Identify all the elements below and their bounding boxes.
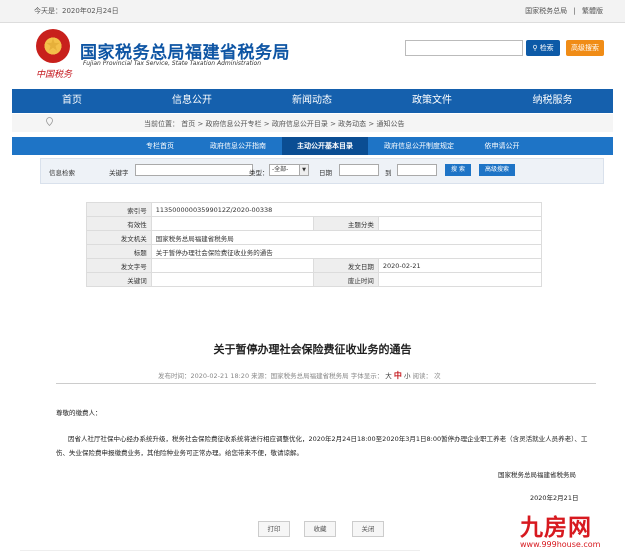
expiry-value (377, 272, 543, 287)
watermark-brand: 九房网 (520, 515, 592, 541)
breadcrumb[interactable]: 当前位置： 首页 > 政府信息公开专栏 > 政府信息公开目录 > 政务动态 > … (144, 119, 405, 129)
info-search-bar: 信息检索 关键字 类型： -全部- ▼ 日期 到 搜 索 高级搜索 (40, 158, 604, 184)
document-info: 发布时间：2020-02-21 18:20 来源：国家税务总局福建省税务局 字体… (158, 370, 441, 381)
subject-label: 标题 (86, 244, 152, 259)
advanced-search-button[interactable]: 高级搜索 (566, 40, 604, 56)
chevron-down-icon: ▼ (299, 165, 308, 175)
favorite-button[interactable]: 收藏 (304, 521, 336, 537)
nav-tax-service[interactable]: 纳税服务 (492, 89, 613, 113)
filter-advanced-button[interactable]: 高级搜索 (479, 164, 515, 176)
salutation: 尊敬的缴费人： (56, 409, 102, 417)
link-separator: | (573, 7, 576, 15)
metadata-row: 关键词 废止时间 (86, 272, 543, 287)
issue-date: 2020年2月21日 (530, 494, 579, 502)
nav-info-disclosure[interactable]: 信息公开 (132, 89, 252, 113)
pubdate-value: 2020-02-21 (377, 258, 543, 273)
tax-signature-logo: 中国税务 (36, 70, 73, 80)
keyword-input[interactable] (135, 164, 253, 176)
info-search-title: 信息检索 (49, 169, 75, 177)
top-links: 国家税务总局 | 繁體版 (521, 6, 603, 16)
today-date: 今天是：2020年02月24日 (34, 7, 119, 15)
font-size-small[interactable]: 小 (404, 372, 411, 380)
tab-basic-catalog[interactable]: 主动公开基本目录 (282, 137, 368, 155)
type-select[interactable]: -全部- ▼ (269, 164, 309, 176)
keywords-value (150, 272, 314, 287)
site-subtitle: Fujian Provincial Tax Service, State Tax… (83, 60, 262, 67)
nav-policy[interactable]: 政策文件 (372, 89, 492, 113)
tab-column-home[interactable]: 专栏首页 (130, 137, 190, 155)
footer-divider (20, 550, 420, 551)
metadata-row: 发文机关 国家税务总局福建省税务局 (86, 230, 543, 245)
validity-label: 有效性 (86, 216, 152, 231)
tab-apply-disclosure[interactable]: 依申请公开 (470, 137, 534, 155)
issuer-value: 国家税务总局福建省税务局 (150, 230, 543, 245)
date-from-input[interactable] (339, 164, 379, 176)
watermark-url: www.999house.com (520, 540, 601, 549)
nav-home[interactable]: 首页 (12, 89, 132, 113)
main-nav: 首页 信息公开 新闻动态 政策文件 纳税服务 (12, 89, 613, 113)
document-title: 关于暂停办理社会保险费征收业务的通告 (213, 343, 412, 356)
site-header: 中国税务 国家税务总局福建省税务局 Fujian Provincial Tax … (0, 23, 625, 85)
site-search-input[interactable] (405, 40, 523, 56)
docno-value (150, 258, 314, 273)
watermark-logo: 九房网 www.999house.com (520, 508, 620, 552)
read-count: 次 (434, 372, 441, 380)
expiry-label: 废止时间 (312, 272, 379, 287)
issuer-label: 发文机关 (86, 230, 152, 245)
link-traditional[interactable]: 繁體版 (582, 7, 603, 15)
emblem-icon[interactable] (36, 29, 70, 63)
site-search-label: 检索 (539, 44, 554, 52)
divider (56, 383, 596, 384)
metadata-row: 有效性 主题分类 (86, 216, 543, 231)
metadata-row: 索引号 11350000003599012Z/2020-00338 (86, 202, 543, 217)
type-label: 类型： (249, 169, 269, 177)
subject-value: 关于暂停办理社会保险费征收业务的通告 (150, 244, 543, 259)
validity-value (150, 216, 314, 231)
issuing-org: 国家税务总局福建省税务局 (498, 471, 576, 479)
document-body: 因省人社厅社保中心经办系统升级，税务社会保险费征收系统将进行相应调整优化，202… (56, 435, 588, 457)
metadata-row: 标题 关于暂停办理社会保险费征收业务的通告 (86, 244, 543, 259)
index-label: 索引号 (86, 202, 152, 217)
publish-info: 发布时间：2020-02-21 18:20 来源：国家税务总局福建省税务局 字体… (158, 372, 384, 380)
document-metadata-table: 索引号 11350000003599012Z/2020-00338 有效性 主题… (86, 202, 543, 287)
date-to-input[interactable] (397, 164, 437, 176)
docno-label: 发文字号 (86, 258, 152, 273)
font-size-medium[interactable]: 中 (394, 371, 402, 380)
metadata-row: 发文字号 发文日期 2020-02-21 (86, 258, 543, 273)
location-pin-icon (46, 117, 53, 126)
link-sta[interactable]: 国家税务总局 (525, 7, 567, 15)
keywords-label: 关键词 (86, 272, 152, 287)
read-label: 阅读： (412, 372, 433, 380)
print-button[interactable]: 打印 (258, 521, 290, 537)
top-bar: 今天是：2020年02月24日 国家税务总局 | 繁體版 (0, 0, 625, 23)
date-label: 日期 (319, 169, 332, 177)
tab-disclosure-rules[interactable]: 政府信息公开制度规定 (372, 137, 466, 155)
close-button[interactable]: 关闭 (352, 521, 384, 537)
filter-search-button[interactable]: 搜 索 (445, 164, 471, 176)
pubdate-label: 发文日期 (312, 258, 379, 273)
tab-disclosure-guide[interactable]: 政府信息公开指南 (196, 137, 280, 155)
site-search-button[interactable]: ⚲ 检索 (526, 40, 560, 56)
font-size-large[interactable]: 大 (385, 372, 392, 380)
category-value (377, 216, 543, 231)
type-select-value: -全部- (272, 166, 289, 173)
index-value: 11350000003599012Z/2020-00338 (150, 202, 543, 217)
search-icon: ⚲ (532, 44, 538, 52)
breadcrumb-bar: 当前位置： 首页 > 政府信息公开专栏 > 政府信息公开目录 > 政务动态 > … (12, 114, 613, 132)
disclosure-tabs: 专栏首页 政府信息公开指南 主动公开基本目录 政府信息公开制度规定 依申请公开 (12, 137, 613, 155)
keyword-label: 关键字 (109, 169, 129, 177)
category-label: 主题分类 (312, 216, 379, 231)
date-to-label: 到 (385, 169, 392, 177)
nav-news[interactable]: 新闻动态 (252, 89, 372, 113)
